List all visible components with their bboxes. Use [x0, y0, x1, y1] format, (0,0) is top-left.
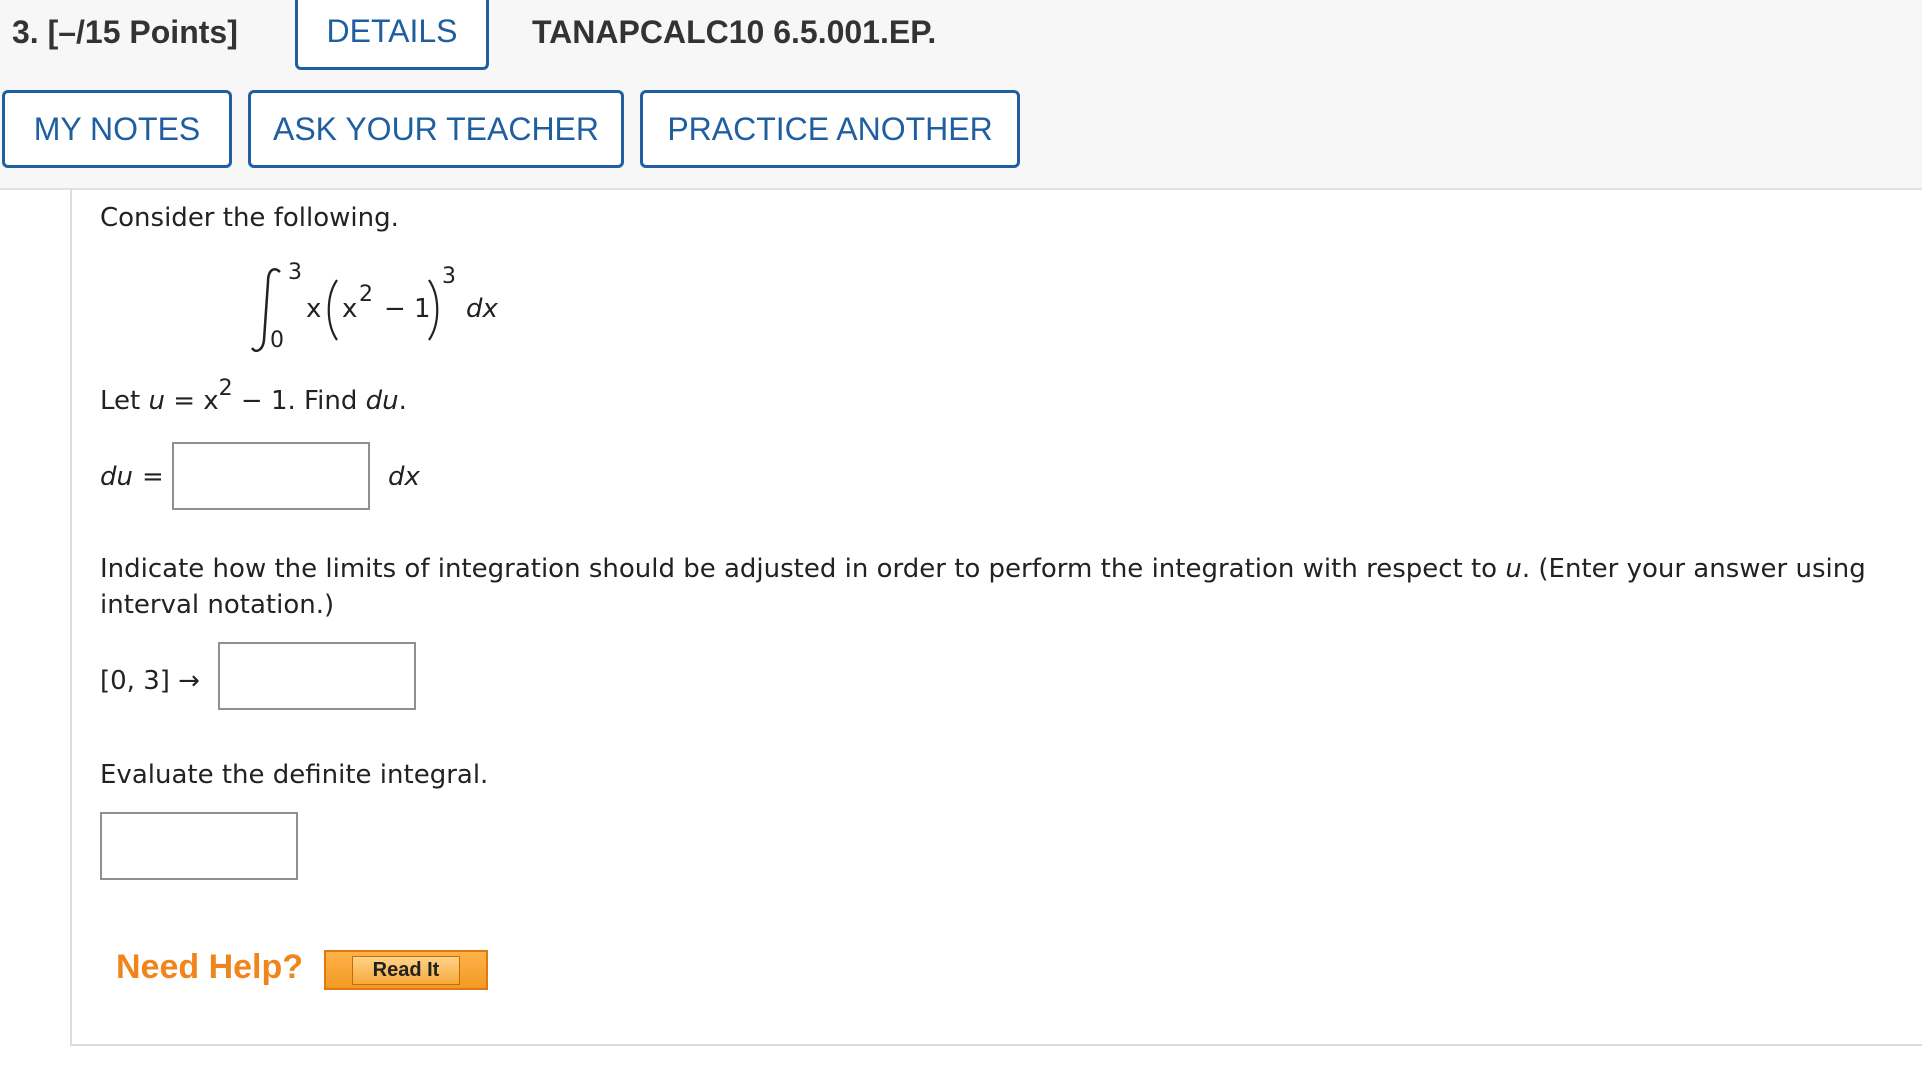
intro-text: Consider the following.: [100, 203, 399, 233]
question-points-label: 3. [–/15 Points]: [12, 14, 238, 50]
right-paren-icon: [428, 279, 439, 341]
integral-expression: 3 0 x x 2 − 1 3 dx: [250, 260, 510, 358]
du-suffix: dx: [388, 462, 420, 492]
du-label: du: [100, 462, 133, 492]
left-paren-icon: [327, 279, 338, 341]
let-u: u: [148, 386, 165, 416]
interval-label: [0, 3] →: [100, 666, 200, 696]
my-notes-button[interactable]: MY NOTES: [2, 90, 232, 168]
limits-instruction-line2: interval notation.): [100, 590, 335, 620]
evaluate-answer-input[interactable]: [100, 812, 298, 880]
outer-exponent: 3: [442, 264, 456, 289]
limits-u: u: [1505, 554, 1522, 584]
need-help-label: Need Help?: [116, 948, 304, 986]
inner-exponent: 2: [359, 282, 373, 307]
let-exp: 2: [218, 376, 233, 401]
integrand-x: x: [306, 294, 322, 324]
du-equals: =: [142, 462, 164, 492]
let-rest: − 1. Find: [232, 386, 366, 416]
limits-text-2: . (Enter your answer using: [1521, 554, 1866, 584]
inner-rest: − 1: [384, 294, 431, 324]
upper-limit: 3: [288, 260, 302, 285]
ask-your-teacher-button[interactable]: ASK YOUR TEACHER: [248, 90, 624, 168]
inner-base: x: [342, 294, 358, 324]
interval-answer-input[interactable]: [218, 642, 416, 710]
read-it-label: Read It: [351, 955, 461, 985]
lower-limit: 0: [270, 328, 284, 353]
evaluate-text: Evaluate the definite integral.: [100, 760, 489, 790]
substitution-statement: Let u = x2 − 1. Find du.: [100, 376, 407, 416]
question-header: 3. [–/15 Points] DETAILS TANAPCALC10 6.5…: [0, 0, 1922, 190]
let-prefix: Let: [100, 386, 149, 416]
limits-instruction: Indicate how the limits of integration s…: [100, 554, 1866, 584]
let-eq: = x: [164, 386, 219, 416]
read-it-button[interactable]: Read It: [324, 950, 488, 990]
let-end: .: [398, 386, 407, 416]
details-tab[interactable]: DETAILS: [295, 0, 489, 70]
du-answer-input[interactable]: [172, 442, 370, 510]
assignment-code: TANAPCALC10 6.5.001.EP.: [532, 14, 937, 50]
practice-another-button[interactable]: PRACTICE ANOTHER: [640, 90, 1020, 168]
integral-differential: dx: [466, 294, 498, 324]
let-du: du: [365, 386, 399, 416]
limits-text-1: Indicate how the limits of integration s…: [100, 554, 1506, 584]
